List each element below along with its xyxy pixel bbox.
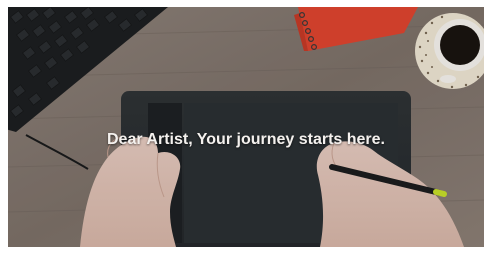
workspace-photo [8,7,484,247]
video-caption: Dear Artist, Your journey starts here. [106,131,385,148]
video-frame[interactable]: Dear Artist, Your journey starts here. [8,7,484,247]
